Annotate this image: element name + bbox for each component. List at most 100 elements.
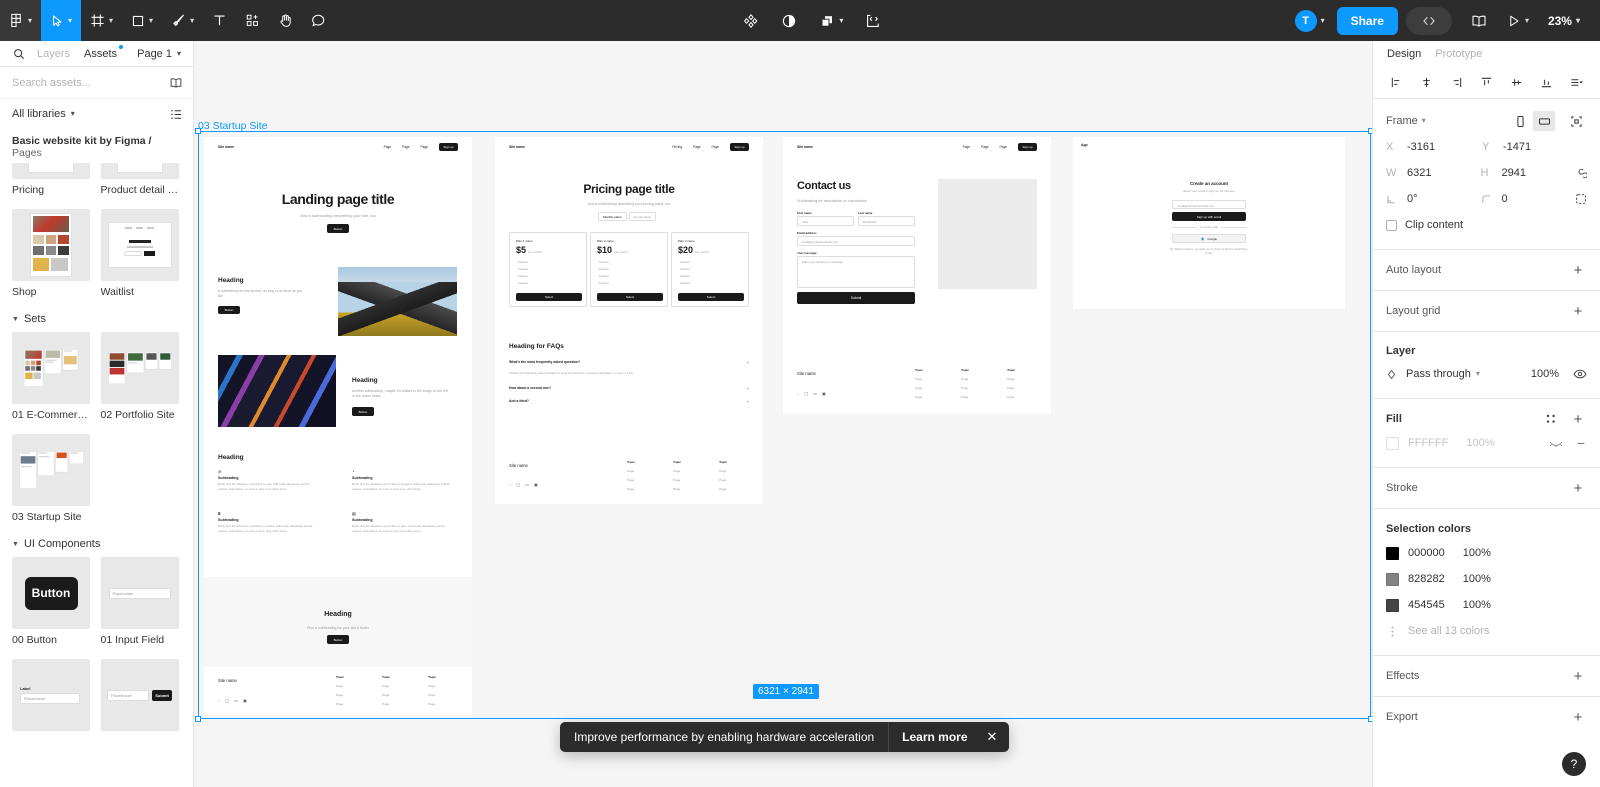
selection-color-row[interactable]: 454545 100% [1386, 592, 1587, 618]
shape-tool-button[interactable]: ▾ [122, 0, 162, 41]
nav-signup-button[interactable]: Sign up [730, 143, 749, 151]
height-field[interactable]: H 2941 [1481, 167, 1576, 179]
footer-page-link[interactable]: Page [336, 693, 344, 697]
align-more-icon[interactable] [1567, 73, 1587, 93]
asset-group-sets[interactable]: ▼ Sets [0, 305, 193, 332]
plus-icon[interactable]: + [747, 360, 749, 365]
remove-fill-button[interactable]: − [1575, 436, 1587, 450]
footer-page-link[interactable]: Page [673, 487, 681, 491]
clip-content-checkbox[interactable] [1386, 220, 1397, 231]
tab-assets[interactable]: Assets [77, 41, 124, 67]
frame-name-label[interactable]: 03 Startup Site [198, 120, 267, 132]
footer-page-link[interactable]: Page [336, 684, 344, 688]
selection-color-swatch[interactable] [1386, 547, 1399, 560]
asset-item[interactable]: Label Placeholder [12, 659, 90, 743]
corner-radius-field[interactable]: 0 [1481, 193, 1576, 205]
layer-opacity-value[interactable]: 100% [1531, 368, 1559, 380]
footer-page-link[interactable]: Page [382, 693, 390, 697]
footer-page-link[interactable]: Page [673, 478, 681, 482]
artboard-pricing-page[interactable]: Site name Pricing Page Page Sign up Pric… [495, 137, 763, 504]
sidebar-search-button[interactable] [8, 48, 30, 60]
pricing-plan-card[interactable]: Plan 3 name $20 per month Feature Featur… [671, 232, 749, 307]
move-tool-button[interactable]: ▾ [41, 0, 81, 41]
twitter-icon[interactable]: ▭ [813, 391, 817, 396]
app-signup-button[interactable]: Sign up with email [1172, 212, 1246, 221]
asset-item[interactable]: Product detail p... [101, 163, 179, 203]
tab-prototype[interactable]: Prototype [1435, 48, 1482, 60]
frame-type-label[interactable]: Frame [1386, 115, 1418, 127]
landing-footer-cta-button[interactable]: Button [327, 635, 349, 644]
app-google-button[interactable]: ◉ Google [1172, 234, 1246, 243]
tab-design[interactable]: Design [1387, 48, 1421, 60]
add-stroke-button[interactable]: + [1569, 481, 1587, 496]
footer-page-link[interactable]: Page [336, 702, 344, 706]
add-fill-button[interactable]: + [1569, 412, 1587, 427]
figma-main-menu-button[interactable]: ▾ [0, 0, 41, 41]
fill-color-row[interactable]: FFFFFF 100% − [1386, 430, 1587, 456]
fill-visibility-icon[interactable] [1549, 438, 1563, 449]
footer-page-link[interactable]: Page [428, 693, 436, 697]
footer-page-link[interactable]: Page [961, 395, 969, 399]
text-tool-button[interactable] [203, 0, 236, 41]
faq-item[interactable]: How about a second one? + [509, 386, 749, 391]
landing-section2-button[interactable]: Button [352, 407, 374, 416]
selection-color-swatch[interactable] [1386, 599, 1399, 612]
clip-content-row[interactable]: Clip content [1386, 212, 1587, 238]
footer-page-link[interactable]: Page [719, 478, 727, 482]
footer-page-link[interactable]: Page [915, 377, 923, 381]
user-avatar-menu[interactable]: T ▾ [1290, 9, 1329, 33]
asset-item[interactable]: Pricing [12, 163, 90, 203]
assets-scroll-area[interactable]: Pricing Product detail p... [0, 163, 193, 787]
artboard-app-signup[interactable]: App Create an account Enter your email t… [1073, 137, 1345, 309]
footer-page-link[interactable]: Page [627, 469, 635, 473]
orientation-portrait-icon[interactable] [1509, 111, 1531, 131]
nav-link[interactable]: Page [421, 145, 428, 149]
youtube-icon[interactable]: ▣ [243, 698, 247, 703]
asset-item[interactable]: Placeholder 01 Input Field [101, 557, 179, 653]
contrast-button[interactable] [772, 0, 806, 41]
plus-icon[interactable]: + [747, 399, 749, 404]
nav-link[interactable]: Page [402, 145, 409, 149]
last-name-input[interactable]: Doe/Smith [858, 216, 915, 226]
footer-page-link[interactable]: Page [1007, 395, 1015, 399]
dev-mode-button[interactable] [856, 0, 890, 41]
footer-page-link[interactable]: Page [627, 478, 635, 482]
asset-group-ui-components[interactable]: ▼ UI Components [0, 530, 193, 557]
close-icon[interactable]: ✕ [981, 729, 1010, 745]
constrain-proportions-icon[interactable] [1575, 167, 1587, 180]
contact-submit-button[interactable]: Submit [797, 292, 915, 304]
actions-button[interactable] [734, 0, 768, 41]
search-assets-input[interactable] [12, 77, 169, 89]
resources-tool-button[interactable] [236, 0, 269, 41]
artboard-contact-page[interactable]: Site name Page Page Page Sign up Contact… [783, 137, 1051, 414]
footer-page-link[interactable]: Page [382, 684, 390, 688]
asset-item[interactable]: Waitlist [101, 209, 179, 305]
first-name-input[interactable]: Jane [797, 216, 854, 226]
list-view-toggle-icon[interactable] [170, 108, 183, 121]
landing-section1-button[interactable]: Button [218, 306, 240, 314]
toggle-monthly[interactable]: Monthly plans [598, 212, 627, 221]
twitter-icon[interactable]: ▭ [525, 482, 529, 487]
instagram-icon[interactable]: ▢ [225, 698, 229, 703]
message-textarea[interactable]: Enter your question or message [797, 256, 915, 288]
fill-color-swatch[interactable] [1386, 437, 1399, 450]
selection-color-row[interactable]: 000000 100% [1386, 540, 1587, 566]
plus-icon[interactable]: + [747, 386, 749, 391]
nav-link[interactable]: Page [693, 145, 700, 149]
add-auto-layout-button[interactable]: + [1569, 263, 1587, 278]
align-top-icon[interactable] [1476, 73, 1496, 93]
selection-handle-bl[interactable] [195, 716, 201, 722]
nav-link[interactable]: Page [712, 145, 719, 149]
footer-page-link[interactable]: Page [1007, 386, 1015, 390]
landing-hero-button[interactable]: Button [327, 224, 349, 233]
comment-tool-button[interactable] [302, 0, 335, 41]
instagram-icon[interactable]: ▢ [804, 391, 808, 396]
fill-hex-value[interactable]: FFFFFF [1408, 437, 1448, 449]
align-left-icon[interactable] [1386, 73, 1406, 93]
footer-page-link[interactable]: Page [1007, 377, 1015, 381]
nav-signup-button[interactable]: Sign up [439, 143, 458, 151]
tab-layers[interactable]: Layers [30, 41, 77, 67]
y-position-field[interactable]: Y -1471 [1482, 141, 1578, 153]
asset-item[interactable]: 02 Portfolio Site [101, 332, 179, 428]
artboard-landing-page[interactable]: Site name Page Page Page Sign up Landing… [204, 137, 472, 715]
